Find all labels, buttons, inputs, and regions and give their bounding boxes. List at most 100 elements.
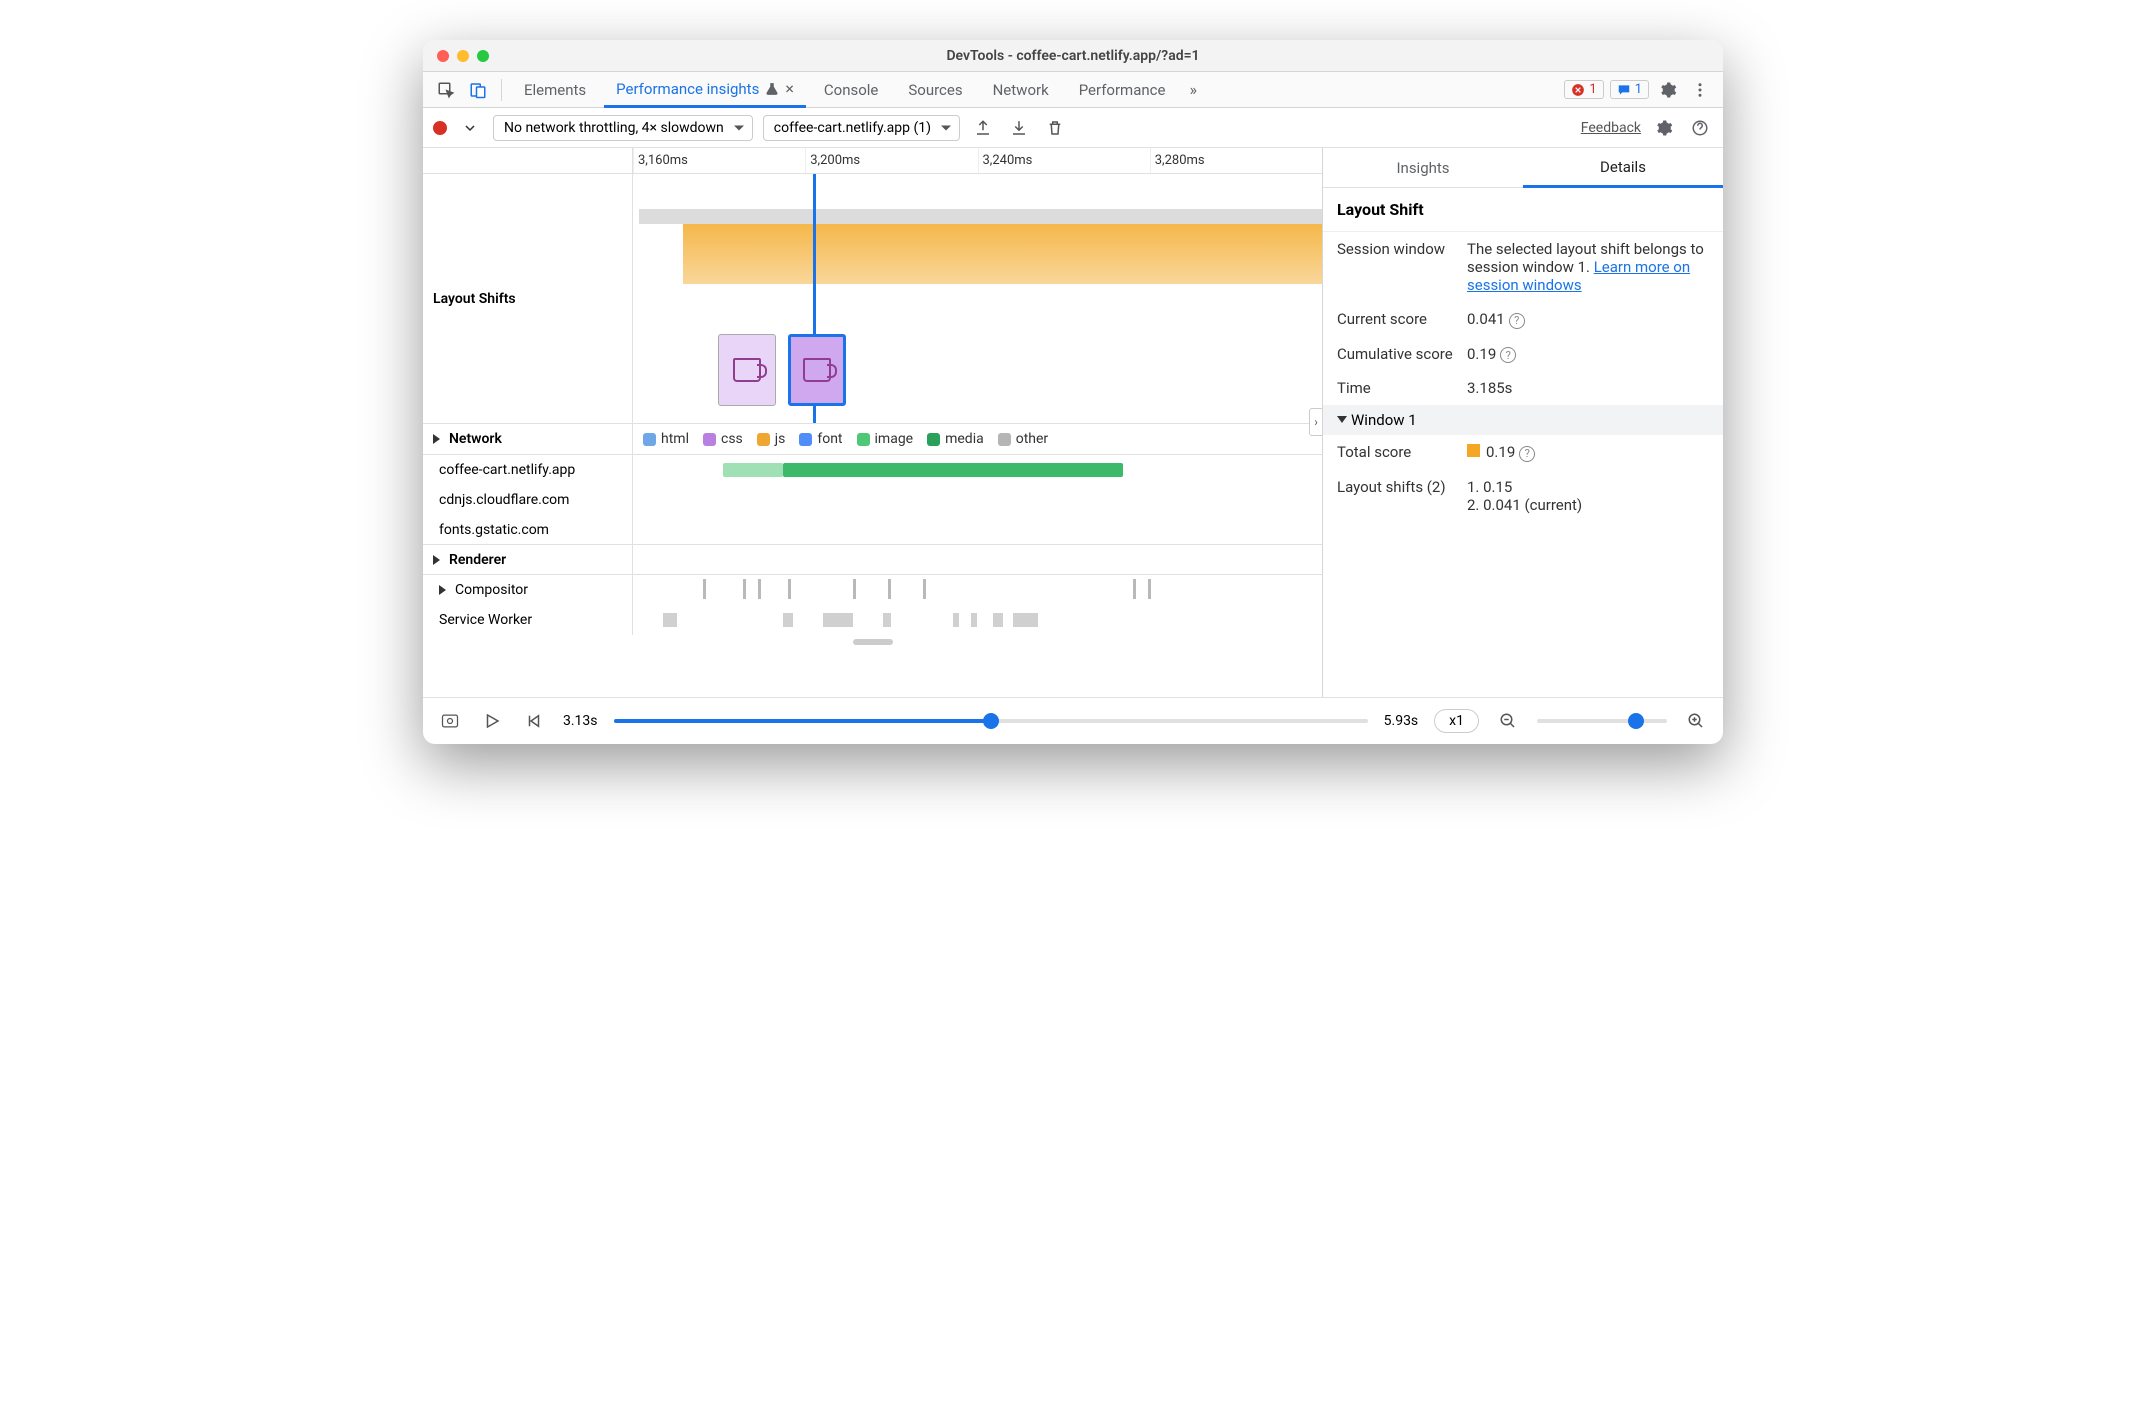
tab-elements[interactable]: Elements: [512, 72, 598, 108]
layout-shifts-label: Layout Shifts: [423, 174, 633, 424]
timeline-header: 3,160ms 3,200ms 3,240ms 3,280ms: [423, 148, 1322, 174]
session-window-row: Session window The selected layout shift…: [1323, 232, 1723, 302]
import-icon[interactable]: [1006, 115, 1032, 141]
window-title: DevTools - coffee-cart.netlify.app/?ad=1: [423, 48, 1723, 64]
network-bar-area: [633, 515, 1322, 544]
network-host-row[interactable]: fonts.gstatic.com: [423, 515, 1322, 545]
service-worker-row[interactable]: Service Worker: [423, 605, 1322, 635]
window-1-header[interactable]: Window 1: [1323, 405, 1723, 435]
network-label[interactable]: Network: [423, 424, 633, 454]
renderer-row[interactable]: Renderer: [423, 545, 1322, 575]
zoom-out-icon[interactable]: [1495, 708, 1521, 734]
timeline-header-spacer: [423, 148, 633, 173]
skip-back-icon[interactable]: [521, 708, 547, 734]
preview-toggle-icon[interactable]: [437, 708, 463, 734]
inspect-element-icon[interactable]: [433, 77, 459, 103]
tab-network[interactable]: Network: [981, 72, 1061, 108]
tab-performance[interactable]: Performance: [1067, 72, 1178, 108]
zoom-slider-thumb[interactable]: [1628, 713, 1644, 729]
compositor-label[interactable]: Compositor: [423, 575, 633, 605]
timeline-ticks: 3,160ms 3,200ms 3,240ms 3,280ms: [633, 148, 1322, 173]
help-icon[interactable]: ?: [1519, 446, 1535, 462]
network-bar-image[interactable]: [723, 463, 783, 477]
network-bar-area: [633, 455, 1322, 485]
time-label: Time: [1337, 379, 1457, 397]
page-select[interactable]: coffee-cart.netlify.app (1): [763, 115, 960, 141]
tab-sources[interactable]: Sources: [896, 72, 974, 108]
tab-console[interactable]: Console: [812, 72, 891, 108]
details-panel: Insights Details Layout Shift Session wi…: [1323, 148, 1723, 697]
time-value: 3.185s: [1467, 379, 1709, 397]
network-host-label: cdnjs.cloudflare.com: [423, 485, 633, 515]
network-host-row[interactable]: cdnjs.cloudflare.com: [423, 485, 1322, 515]
panel-settings-icon[interactable]: [1651, 115, 1677, 141]
layout-shift-thumbnail[interactable]: [718, 334, 776, 406]
mug-icon: [733, 358, 761, 382]
more-tabs-icon[interactable]: »: [1183, 80, 1203, 99]
device-toolbar-icon[interactable]: [465, 77, 491, 103]
playback-speed[interactable]: x1: [1434, 709, 1479, 733]
feedback-link[interactable]: Feedback: [1581, 120, 1641, 136]
scrubber-start-time: 3.13s: [563, 713, 598, 729]
close-tab-icon[interactable]: ×: [785, 79, 794, 98]
service-worker-label: Service Worker: [423, 605, 633, 635]
help-icon[interactable]: ?: [1509, 313, 1525, 329]
error-icon: [1571, 83, 1585, 97]
session-window-label: Session window: [1337, 240, 1457, 294]
layout-shifts-list-row: Layout shifts (2) 1. 0.15 2. 0.041 (curr…: [1323, 470, 1723, 522]
time-slider-thumb[interactable]: [983, 713, 999, 729]
network-host-row[interactable]: coffee-cart.netlify.app: [423, 455, 1322, 485]
play-icon[interactable]: [479, 708, 505, 734]
shift-entry[interactable]: 1. 0.15: [1467, 478, 1709, 496]
layout-shifts-row: Layout Shifts: [423, 174, 1322, 424]
legend-media: media: [927, 431, 984, 447]
settings-icon[interactable]: [1655, 77, 1681, 103]
main-tabs-row: Elements Performance insights × Console …: [423, 72, 1723, 108]
record-button[interactable]: [433, 121, 447, 135]
details-title: Layout Shift: [1337, 200, 1424, 219]
current-score-label: Current score: [1337, 310, 1457, 329]
throttling-select[interactable]: No network throttling, 4× slowdown: [493, 115, 753, 141]
time-row: Time 3.185s: [1323, 371, 1723, 405]
total-score-label: Total score: [1337, 443, 1457, 462]
zoom-in-icon[interactable]: [1683, 708, 1709, 734]
compositor-track: [633, 575, 1322, 605]
timeline-tick: 3,240ms: [978, 148, 1150, 173]
compositor-row[interactable]: Compositor: [423, 575, 1322, 605]
layout-shifts-list-value: 1. 0.15 2. 0.041 (current): [1467, 478, 1709, 514]
legend-image: image: [857, 431, 914, 447]
layout-shift-thumbnail-selected[interactable]: [788, 334, 846, 406]
flask-icon: [765, 82, 779, 96]
chevron-down-icon: [1337, 416, 1347, 428]
shift-entry[interactable]: 2. 0.041 (current): [1467, 496, 1709, 514]
timeline-tick: 3,280ms: [1150, 148, 1322, 173]
delete-icon[interactable]: [1042, 115, 1068, 141]
expand-icon: [433, 434, 445, 444]
scrubber-footer: 3.13s 5.93s x1: [423, 698, 1723, 744]
score-swatch-icon: [1467, 444, 1480, 457]
time-slider[interactable]: [614, 719, 1368, 723]
record-dropdown-icon[interactable]: [457, 115, 483, 141]
kebab-menu-icon[interactable]: [1687, 77, 1713, 103]
tab-details[interactable]: Details: [1523, 148, 1723, 188]
zoom-slider[interactable]: [1537, 719, 1667, 723]
message-badge[interactable]: 1: [1610, 80, 1649, 99]
tab-insights[interactable]: Insights: [1323, 148, 1523, 187]
resize-handle[interactable]: [423, 635, 1322, 649]
tab-performance-insights[interactable]: Performance insights ×: [604, 72, 806, 108]
mug-icon: [803, 358, 831, 382]
expand-icon: [439, 585, 451, 595]
help-icon[interactable]: [1687, 115, 1713, 141]
error-badge[interactable]: 1: [1564, 80, 1603, 99]
panel-expand-handle[interactable]: ›: [1309, 408, 1323, 436]
cumulative-score-label: Cumulative score: [1337, 345, 1457, 364]
help-icon[interactable]: ?: [1500, 347, 1516, 363]
export-icon[interactable]: [970, 115, 996, 141]
legend-css: css: [703, 431, 743, 447]
insights-toolbar: No network throttling, 4× slowdown coffe…: [423, 108, 1723, 148]
current-score-row: Current score 0.041?: [1323, 302, 1723, 337]
layout-shifts-track[interactable]: [633, 174, 1322, 423]
renderer-label[interactable]: Renderer: [423, 545, 633, 575]
network-bar-area: [633, 485, 1322, 515]
network-bar-image[interactable]: [783, 463, 1123, 477]
